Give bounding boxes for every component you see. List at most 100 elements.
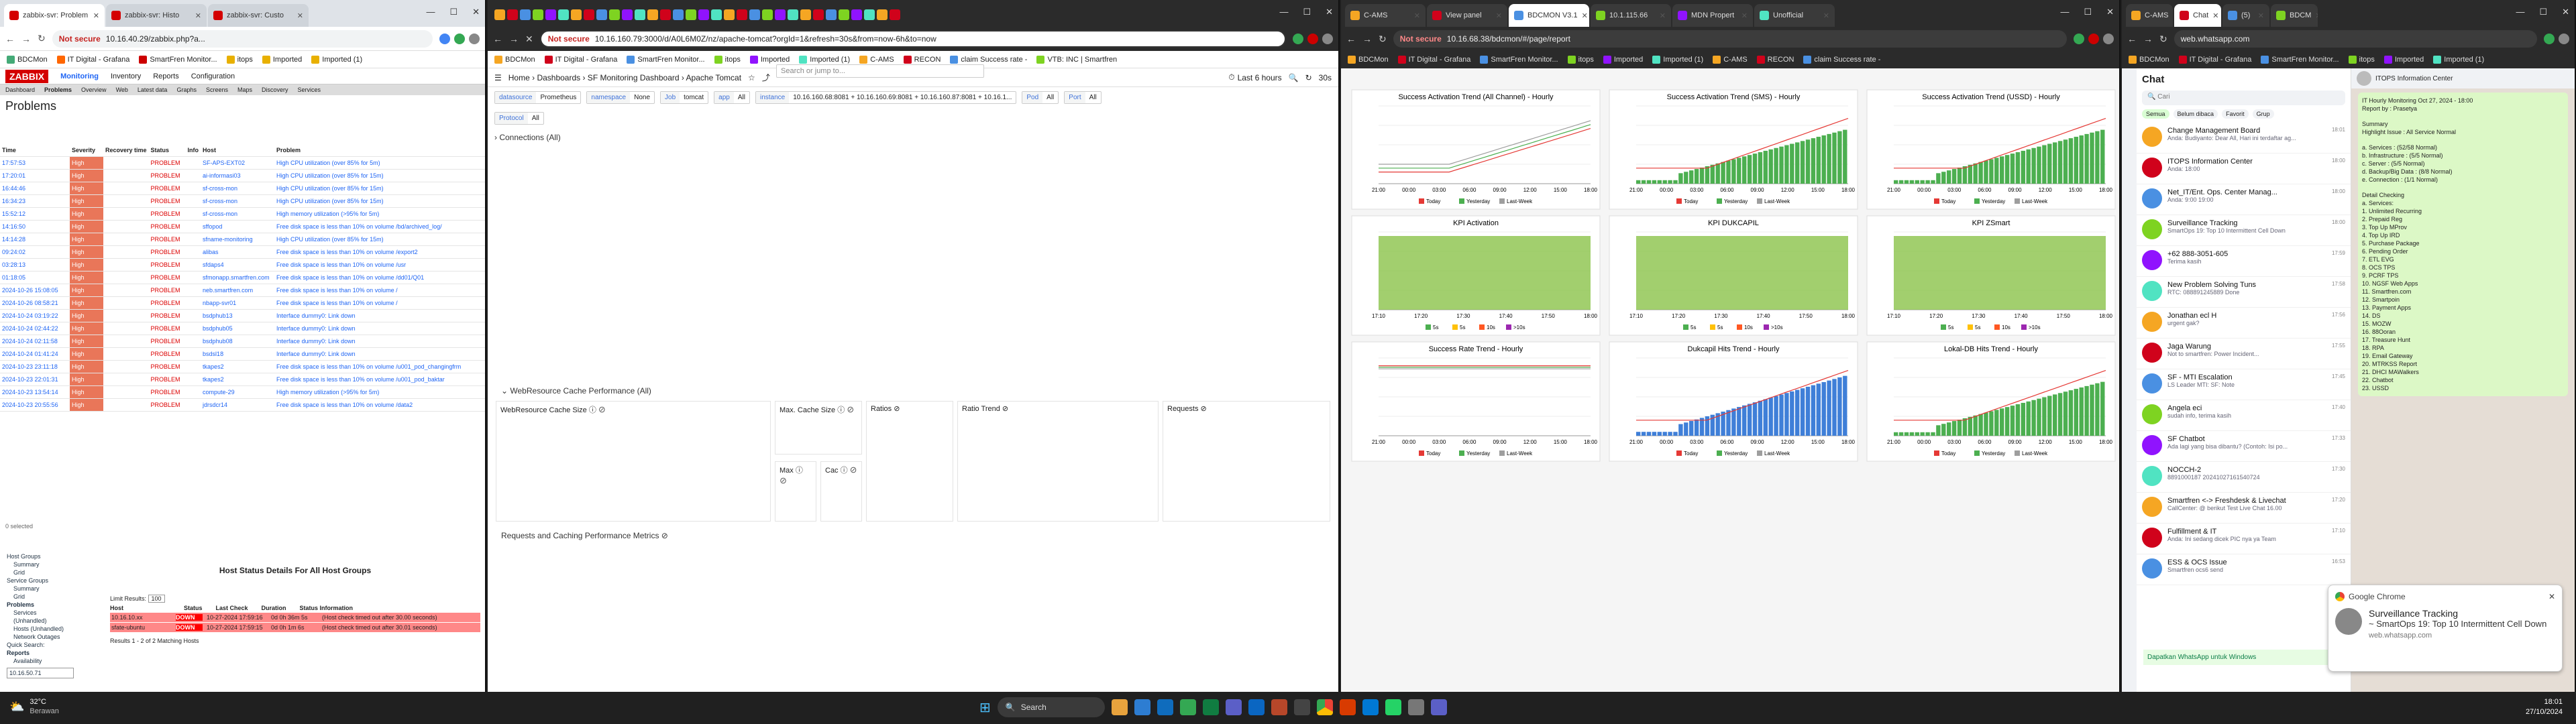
breadcrumb[interactable]: Home › Dashboards › SF Monitoring Dashbo… [508, 73, 741, 82]
host-cell[interactable]: sfmonapp.smartfren.com [201, 271, 275, 284]
problem-cell[interactable]: High memory utilization (>95% for 5m) [274, 385, 485, 399]
pinned-tab-icon[interactable] [635, 9, 645, 20]
row-webresource[interactable]: ⌄ WebResource Cache Performance (All) [494, 382, 658, 400]
close-icon[interactable]: ✕ [2172, 11, 2173, 20]
url-field[interactable]: Not secure 10.16.68.38/bdcmon/#/page/repo… [1393, 30, 2067, 48]
browser-tab[interactable]: BDCMON V3.1 ✕ [1509, 4, 1589, 27]
bookmark[interactable]: RECON [1756, 56, 1794, 64]
variable-datasource[interactable]: datasource Prometheus [494, 91, 582, 104]
subnav-item[interactable]: Overview [81, 86, 107, 93]
variable-job[interactable]: Job tomcat [660, 91, 709, 104]
maximize-icon[interactable]: ☐ [2539, 7, 2547, 17]
browser-tab[interactable]: View panel ✕ [1427, 4, 1507, 27]
minimize-icon[interactable]: — [2516, 7, 2524, 17]
chat-header[interactable]: ITOPS Information Center [2351, 68, 2575, 88]
host-cell[interactable]: bsdsl18 [201, 347, 275, 361]
chat-list-item[interactable]: Surveillance Tracking SmartOps 19: Top 10… [2137, 215, 2351, 246]
nagios-nav-item[interactable]: Summary [7, 585, 94, 593]
file-explorer-icon[interactable] [1111, 699, 1128, 715]
chat-list-item[interactable]: Angela eci sudah info, terima kasih 17:40 [2137, 400, 2351, 431]
problem-cell[interactable]: Interface dummy0: Link down [274, 347, 485, 361]
bookmark[interactable]: C-AMS [1713, 56, 1748, 64]
chat-list-item[interactable]: Net_IT/Ent. Ops. Center Manag... Anda: 9:… [2137, 184, 2351, 215]
chat-list-item[interactable]: Smartfren <-> Freshdesk & Livechat CallCe… [2137, 493, 2351, 524]
start-icon[interactable]: ⊞ [979, 699, 991, 716]
filter-chip[interactable]: Favorit [2222, 109, 2249, 119]
profile-icon[interactable] [469, 33, 480, 44]
table-row[interactable]: 03:28:13 High PROBLEM sfdaps4 Free disk spac… [0, 258, 485, 272]
pinned-tab-icon[interactable] [749, 9, 760, 20]
table-row[interactable]: 2024-10-26 08:58:21 High PROBLEM nbapp-svr0… [0, 296, 485, 310]
row-requests-caching[interactable]: Requests and Caching Performance Metrics… [494, 527, 675, 544]
host-name[interactable]: sfate-ubuntu [111, 624, 172, 631]
bookmark[interactable]: Imported [749, 55, 790, 64]
subnav-item[interactable]: Maps [237, 86, 252, 93]
nagios-nav-item[interactable]: Problems [7, 601, 94, 609]
bookmark[interactable]: itops [1567, 56, 1594, 64]
host-cell[interactable]: bsdphub05 [201, 322, 275, 335]
tab-zabbix-custom[interactable]: zabbix-svr: Custo ✕ [208, 4, 309, 27]
outlook-icon[interactable] [1362, 699, 1379, 715]
close-icon[interactable]: ✕ [1582, 11, 1588, 20]
nagios-nav-item[interactable]: Service Groups [7, 577, 94, 585]
filter-chip[interactable]: Semua [2142, 109, 2169, 119]
pinned-tab-icon[interactable] [762, 9, 773, 20]
host-row[interactable]: 10.16.10.xx DOWN 10-27-2024 17:59:16 0d 0h … [110, 613, 480, 622]
close-icon[interactable]: ✕ [1660, 11, 1666, 20]
variable-instance[interactable]: instance 10.16.160.68:8081 + 10.16.160.69… [755, 91, 1017, 104]
problem-cell[interactable]: Interface dummy0: Link down [274, 335, 485, 348]
host-cell[interactable]: nbapp-svr01 [201, 296, 275, 310]
profile-icon[interactable] [2103, 34, 2114, 44]
bookmark[interactable]: Imported (1) [311, 55, 362, 64]
pinned-tab-icon[interactable] [890, 9, 900, 20]
bookmark[interactable]: Imported (1) [2433, 56, 2484, 64]
chat-list-item[interactable]: New Problem Solving Tuns RTC: 08889124588… [2137, 277, 2351, 308]
browser-tab[interactable]: MDN Propert ✕ [1672, 4, 1753, 27]
chat-list-item[interactable]: SF - MTI Escalation LS Leader MTI: SF: No… [2137, 369, 2351, 400]
search-input[interactable]: Search or jump to... [776, 64, 984, 78]
time-picker[interactable]: ⏱ Last 6 hours [1228, 72, 1281, 82]
problem-cell[interactable]: Free disk space is less than 10% on volu… [274, 220, 485, 233]
bookmark[interactable]: BDCMon [494, 55, 535, 64]
host-cell[interactable]: neb.smartfren.com [201, 284, 275, 297]
reload-icon[interactable]: ↻ [1379, 34, 1387, 45]
extension-icon[interactable] [1307, 34, 1318, 44]
extension-icon[interactable] [2074, 34, 2084, 44]
host-cell[interactable]: jdrsdcr14 [201, 398, 275, 412]
problem-cell[interactable]: Free disk space is less than 10% on volu… [274, 398, 485, 412]
pinned-tab-icon[interactable] [839, 9, 849, 20]
pinned-tab-icon[interactable] [775, 9, 786, 20]
browser-tab[interactable]: C-AMS✕ [2126, 4, 2173, 27]
problem-cell[interactable]: Interface dummy0: Link down [274, 322, 485, 335]
pinned-tab-icon[interactable] [877, 9, 888, 20]
problem-cell[interactable]: Free disk space is less than 10% on volu… [274, 258, 485, 272]
problem-cell[interactable]: Free disk space is less than 10% on volu… [274, 360, 485, 373]
browser-tab[interactable]: Chat ✕ [2174, 4, 2221, 27]
nav-monitoring[interactable]: Monitoring [60, 72, 99, 80]
pinned-tab-icon[interactable] [545, 9, 556, 20]
pinned-tab-icon[interactable] [711, 9, 722, 20]
limit-select[interactable]: 100 [148, 595, 165, 603]
table-row[interactable]: 2024-10-26 15:08:05 High PROBLEM neb.smartf… [0, 284, 485, 297]
filter-chip[interactable]: Grup [2252, 109, 2274, 119]
pinned-tab-icon[interactable] [660, 9, 671, 20]
chrome-notification[interactable]: Google Chrome ✕ Surveillance Tracking ~ S… [2328, 585, 2563, 672]
bookmark[interactable]: SmartFren Monitor... [627, 55, 705, 64]
close-icon[interactable]: ✕ [2258, 11, 2264, 20]
url-field[interactable]: Not secure 10.16.40.29/zabbix.php?a... [52, 29, 433, 48]
chat-list-item[interactable]: ESS & OCS Issue Smartfren ocs6 send 16:53 [2137, 554, 2351, 585]
close-window-icon[interactable]: ✕ [2562, 7, 2569, 17]
nagios-nav-item[interactable]: Summary [7, 560, 94, 568]
bookmark[interactable]: VTB: INC | Smartfren [1036, 55, 1117, 64]
host-cell[interactable]: sf-cross-mon [201, 194, 275, 208]
problem-cell[interactable]: High CPU utilization (over 85% for 15m) [274, 233, 485, 246]
minimize-icon[interactable]: — [1279, 7, 1288, 17]
subnav-item[interactable]: Screens [206, 86, 228, 93]
browser-tab[interactable]: Unofficial ✕ [1754, 4, 1835, 27]
pinned-tab-icon[interactable] [622, 9, 633, 20]
close-icon[interactable]: ✕ [195, 11, 201, 20]
extension-icon[interactable] [1293, 34, 1303, 44]
variable-app[interactable]: app All [714, 91, 750, 104]
nagios-nav-item[interactable]: Grid [7, 593, 94, 601]
bookmark[interactable]: BDCMon [1348, 56, 1389, 64]
